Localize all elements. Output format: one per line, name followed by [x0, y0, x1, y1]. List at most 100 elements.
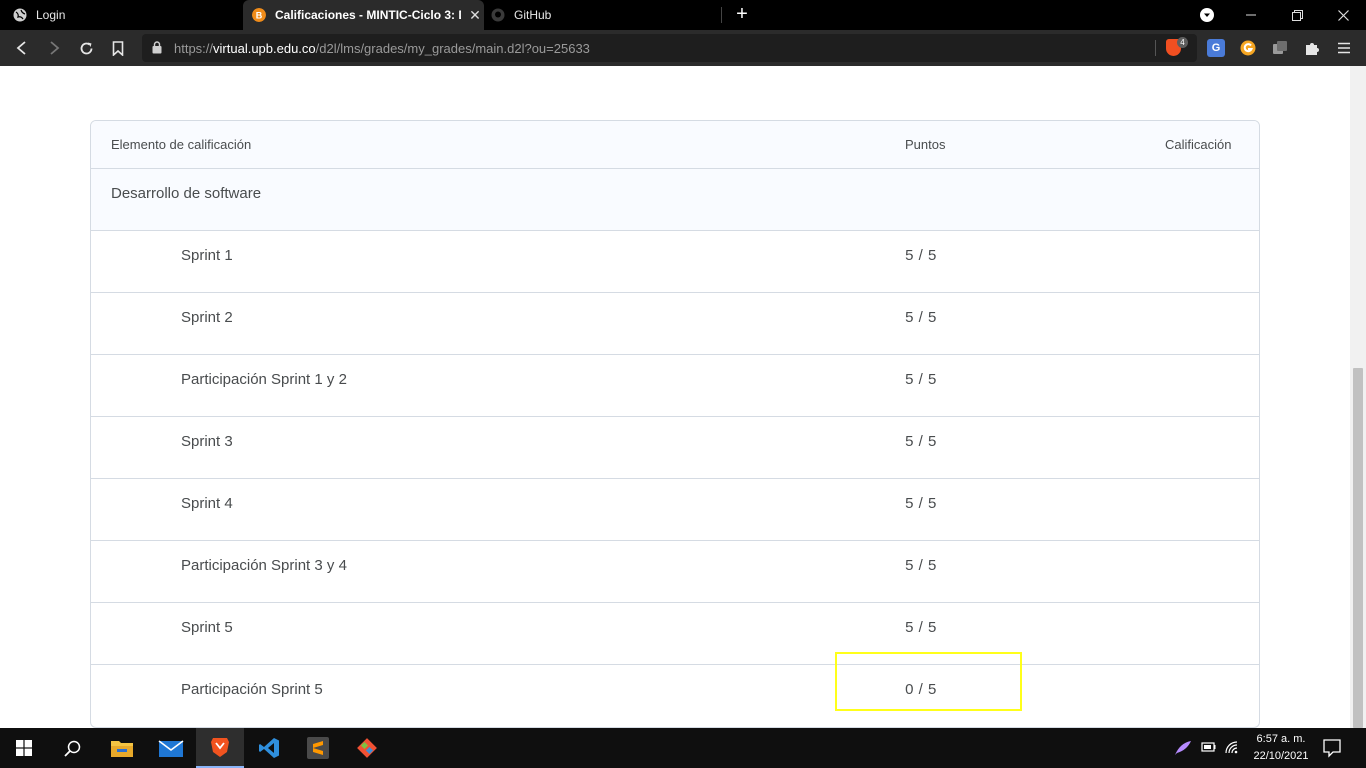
header-points: Puntos [905, 137, 946, 152]
grade-item-name: Sprint 2 [181, 309, 233, 326]
browser-toolbar: https://virtual.upb.edu.co/d2l/lms/grade… [0, 30, 1366, 66]
tab-label: Calificaciones - MINTIC-Ciclo 3: D [275, 8, 461, 22]
notifications-icon[interactable] [1318, 736, 1346, 760]
tab-label: GitHub [514, 8, 552, 22]
git-icon [357, 738, 377, 758]
wallet-extension-icon[interactable] [1271, 39, 1289, 57]
highlight-box [835, 652, 1022, 711]
tab-login[interactable]: Login [0, 0, 243, 30]
grade-points: 5 / 5 [905, 433, 937, 450]
url-text: https://virtual.upb.edu.co/d2l/lms/grade… [174, 41, 590, 56]
sublime-text-icon [307, 737, 329, 759]
wallet-icon [1273, 41, 1287, 54]
page-scrollbar[interactable] [1350, 66, 1366, 728]
forward-arrow-icon [50, 41, 60, 55]
table-row: Sprint 4 5 / 5 [91, 479, 1259, 541]
grade-points: 5 / 5 [905, 309, 937, 326]
address-bar-divider [1155, 40, 1156, 56]
page-content: Elemento de calificación Puntos Califica… [0, 66, 1366, 728]
restore-icon [1291, 9, 1303, 21]
table-row: Sprint 3 5 / 5 [91, 417, 1259, 479]
minimize-button[interactable] [1228, 0, 1274, 30]
shields-count-badge: 4 [1177, 37, 1188, 48]
battery-icon[interactable] [1200, 740, 1216, 754]
wifi-icon[interactable] [1224, 740, 1240, 754]
taskbar-search-button[interactable] [48, 728, 96, 768]
back-button[interactable] [11, 37, 33, 59]
url-host: virtual.upb.edu.co [213, 41, 316, 56]
grade-item-name: Participación Sprint 1 y 2 [181, 371, 347, 388]
file-explorer-icon [111, 741, 133, 757]
table-row: Participación Sprint 50 / 5 [91, 665, 1259, 727]
taskbar-brave[interactable] [196, 728, 244, 768]
url-scheme: https:// [174, 41, 214, 56]
start-button[interactable] [0, 728, 48, 768]
feather-app-icon[interactable] [1174, 740, 1192, 756]
extensions-button[interactable] [1303, 39, 1321, 57]
header-grade-item: Elemento de calificación [111, 137, 252, 152]
grammarly-extension-icon[interactable] [1239, 39, 1257, 57]
chevron-down-icon [1200, 8, 1214, 22]
grade-item-name: Sprint 1 [181, 247, 233, 264]
grade-points: 5 / 5 [905, 495, 937, 512]
table-row: Sprint 1 5 / 5 [91, 231, 1259, 293]
category-row: Desarrollo de software [91, 169, 1259, 231]
table-row: Participación Sprint 1 y 2 5 / 5 [91, 355, 1259, 417]
brightspace-icon: B [252, 8, 266, 22]
taskbar-git[interactable] [343, 728, 391, 768]
taskbar-vscode[interactable] [245, 728, 293, 768]
tab-github[interactable]: GitHub [484, 0, 722, 30]
table-row: Sprint 2 5 / 5 [91, 293, 1259, 355]
puzzle-icon [1306, 43, 1319, 55]
mail-icon [158, 740, 184, 757]
brave-icon [211, 738, 229, 757]
category-name: Desarrollo de software [111, 185, 262, 202]
grade-item-name: Sprint 5 [181, 619, 233, 636]
tab-calificaciones[interactable]: B Calificaciones - MINTIC-Ciclo 3: D ✕ [243, 0, 484, 30]
grades-table-header: Elemento de calificación Puntos Califica… [91, 121, 1259, 169]
taskbar-sublime-text[interactable] [294, 728, 342, 768]
svg-text:B: B [256, 11, 263, 21]
browser-tab-strip: Login B Calificaciones - MINTIC-Ciclo 3:… [0, 0, 1366, 30]
table-row: Participación Sprint 3 y 4 5 / 5 [91, 541, 1259, 603]
start-icon [16, 740, 32, 756]
tab-search-button[interactable] [1184, 0, 1230, 30]
grade-item-name: Sprint 3 [181, 433, 233, 450]
close-icon [1337, 9, 1349, 21]
search-icon [63, 740, 80, 757]
taskbar-mail[interactable] [147, 728, 195, 768]
tab-separator [721, 7, 722, 23]
grade-points: 5 / 5 [905, 619, 937, 636]
translate-extension-icon[interactable]: G [1207, 39, 1225, 57]
taskbar-file-explorer[interactable] [98, 728, 146, 768]
grade-item-name: Sprint 4 [181, 495, 233, 512]
system-clock[interactable]: 6:57 a. m. 22/10/2021 [1242, 731, 1320, 765]
header-grade: Calificación [1165, 137, 1232, 152]
table-row: Sprint 5 5 / 5 [91, 603, 1259, 665]
close-tab-icon[interactable]: ✕ [469, 7, 481, 24]
lock-icon [152, 41, 162, 54]
grammarly-icon [1240, 40, 1256, 56]
grades-table: Elemento de calificación Puntos Califica… [90, 120, 1260, 728]
address-bar[interactable]: https://virtual.upb.edu.co/d2l/lms/grade… [142, 34, 1197, 62]
reload-icon [80, 42, 92, 54]
menu-button[interactable] [1335, 39, 1353, 57]
reload-button[interactable] [75, 37, 97, 59]
clock-time: 6:57 a. m. [1256, 733, 1306, 745]
forward-button[interactable] [43, 37, 65, 59]
grade-points: 5 / 5 [905, 247, 937, 264]
close-window-button[interactable] [1320, 0, 1366, 30]
grade-points: 5 / 5 [905, 371, 937, 388]
grade-points: 5 / 5 [905, 557, 937, 574]
globe-icon [13, 8, 27, 22]
new-tab-button[interactable]: + [733, 4, 751, 24]
scrollbar-thumb[interactable] [1353, 368, 1363, 728]
minimize-icon [1246, 14, 1256, 16]
restore-button[interactable] [1274, 0, 1320, 30]
bookmark-icon [112, 40, 124, 56]
vscode-icon [259, 738, 279, 758]
hamburger-menu-icon [1338, 42, 1350, 54]
github-icon [491, 8, 505, 22]
tab-label: Login [36, 8, 66, 22]
bookmark-button[interactable] [107, 37, 129, 59]
